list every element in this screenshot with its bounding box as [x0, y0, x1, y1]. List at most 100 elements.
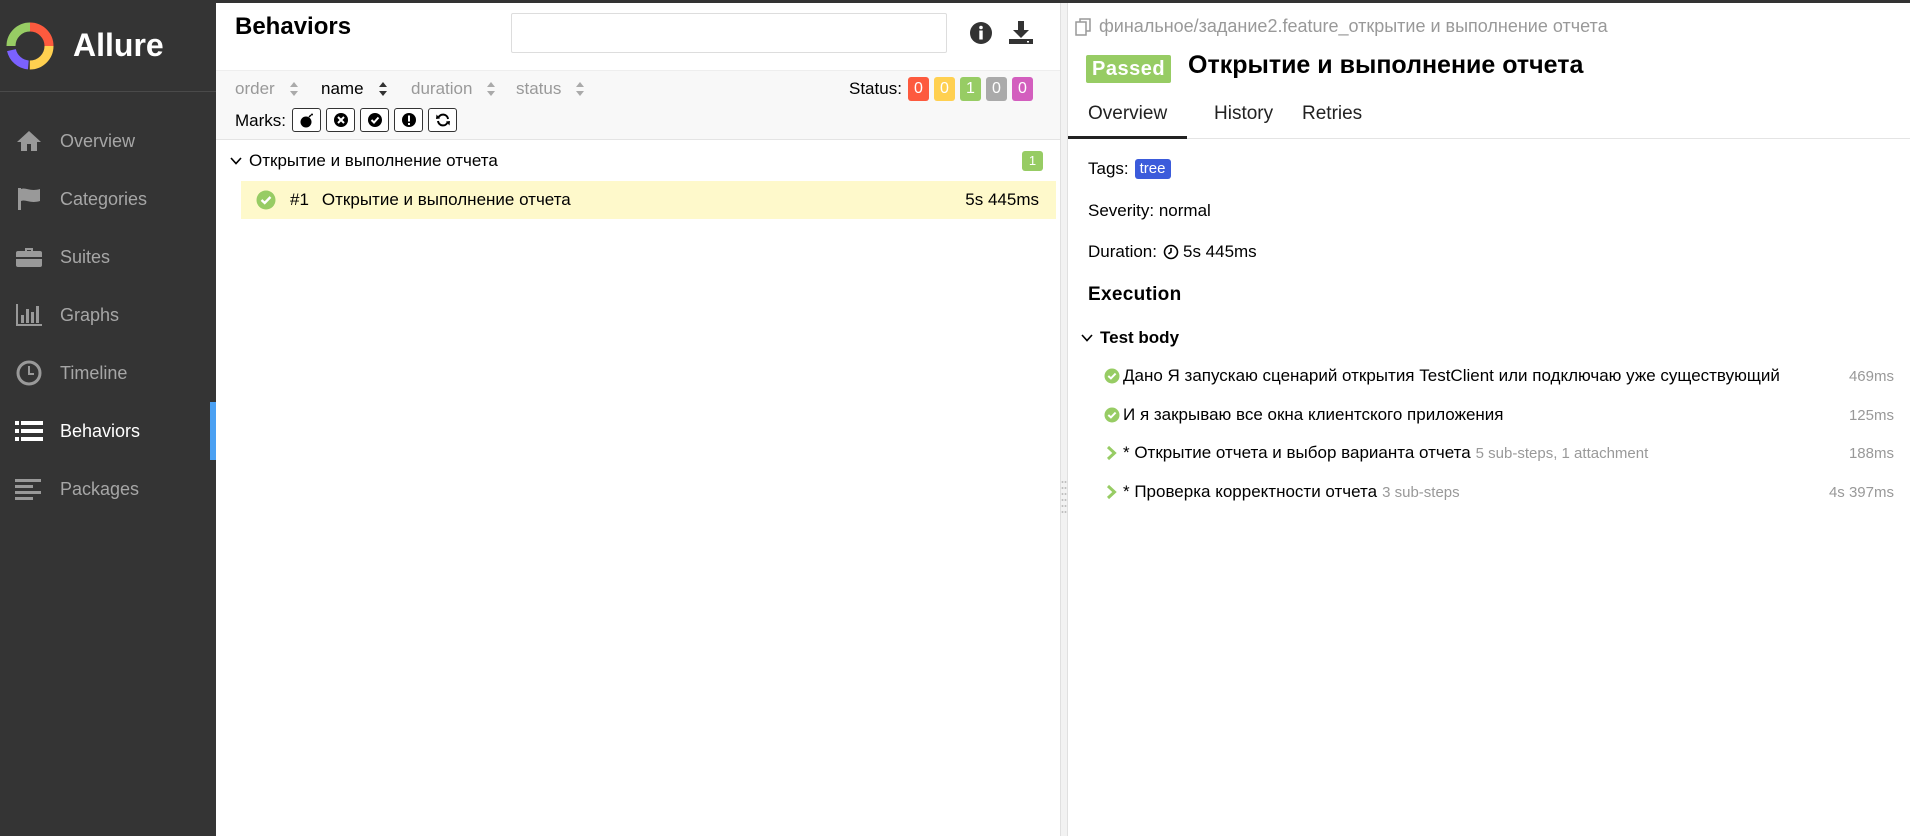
- behaviors-pane: Behaviors order name duration status Sta…: [216, 3, 1060, 836]
- new-broken-icon[interactable]: [394, 108, 423, 132]
- detail-tabs: Overview History Retries: [1068, 93, 1910, 139]
- status-filter-label: Status:: [849, 79, 902, 98]
- test-duration: 5s 445ms: [965, 190, 1039, 209]
- group-name: Открытие и выполнение отчета: [249, 151, 498, 170]
- step-substeps: 3 sub-steps: [1382, 483, 1460, 501]
- sort-name[interactable]: name: [321, 79, 388, 99]
- home-icon: [14, 128, 44, 154]
- brand-name: Allure: [73, 27, 164, 63]
- status-failed-badge[interactable]: 0: [908, 77, 929, 101]
- sidebar-item-label: Timeline: [60, 362, 128, 383]
- duration-value: 5s 445ms: [1182, 242, 1257, 261]
- sidebar-item-label: Overview: [60, 130, 136, 151]
- step-row[interactable]: * Открытие отчета и выбор варианта отчет…: [1104, 438, 1894, 468]
- sidebar-item-suites[interactable]: Suites: [0, 228, 216, 286]
- tab-retries[interactable]: Retries: [1282, 103, 1382, 139]
- execution-heading: Execution: [1088, 284, 1182, 305]
- step-duration: 188ms: [1848, 444, 1894, 462]
- chevron-right-icon: [1106, 484, 1117, 500]
- duration-label: Duration:: [1088, 242, 1157, 261]
- allure-logo-icon: [6, 22, 54, 69]
- sort-toolbar: order name duration status Status: 0 0 1…: [216, 70, 1060, 140]
- bar-chart-icon: [14, 302, 44, 328]
- sidebar-item-label: Suites: [60, 246, 111, 267]
- test-row[interactable]: #1 Открытие и выполнение отчета 5s 445ms: [241, 181, 1056, 219]
- status-skipped-badge[interactable]: 0: [986, 77, 1007, 101]
- info-icon[interactable]: [969, 21, 993, 45]
- retries-icon[interactable]: [428, 108, 457, 132]
- sidebar-item-behaviors[interactable]: Behaviors: [0, 402, 216, 460]
- passed-status-icon: [1104, 407, 1120, 423]
- sort-status[interactable]: status: [516, 79, 585, 99]
- sort-arrows-icon: [289, 82, 298, 96]
- group-count-badge: 1: [1022, 151, 1043, 171]
- download-icon[interactable]: [1008, 19, 1034, 45]
- test-path: финальное/задание2.feature_открытие и вы…: [1099, 16, 1608, 36]
- step-row[interactable]: И я закрываю все окна клиентского прилож…: [1104, 400, 1894, 430]
- test-detail-pane: финальное/задание2.feature_открытие и вы…: [1068, 3, 1910, 836]
- sidebar-item-timeline[interactable]: Timeline: [0, 344, 216, 402]
- step-name: * Проверка корректности отчета: [1123, 482, 1378, 501]
- sort-arrows-icon: [378, 82, 387, 96]
- status-passed-badge[interactable]: 1: [960, 77, 981, 101]
- passed-status-icon: [256, 190, 276, 210]
- step-name: * Открытие отчета и выбор варианта отчет…: [1123, 443, 1471, 462]
- tag-badge[interactable]: tree: [1134, 159, 1171, 179]
- step-row[interactable]: * Проверка корректности отчета 3 sub-ste…: [1104, 477, 1894, 507]
- chevron-down-icon: [230, 157, 242, 165]
- sidebar-item-label: Categories: [60, 188, 148, 209]
- breadcrumb[interactable]: финальное/задание2.feature_открытие и вы…: [1075, 16, 1608, 37]
- status-broken-badge[interactable]: 0: [934, 77, 955, 101]
- sidebar-item-overview[interactable]: Overview: [0, 112, 216, 170]
- tab-history[interactable]: History: [1194, 103, 1293, 139]
- step-duration: 125ms: [1848, 406, 1894, 424]
- sidebar-item-graphs[interactable]: Graphs: [0, 286, 216, 344]
- new-failed-icon[interactable]: [326, 108, 355, 132]
- briefcase-icon: [14, 244, 44, 270]
- flaky-bomb-icon[interactable]: [292, 108, 321, 132]
- sidebar-item-label: Behaviors: [60, 420, 141, 441]
- page-title: Behaviors: [235, 13, 352, 40]
- duration-field: Duration: 5s 445ms: [1088, 242, 1257, 262]
- tab-overview[interactable]: Overview: [1068, 103, 1188, 139]
- clock-icon: [14, 360, 44, 386]
- copy-icon[interactable]: [1075, 17, 1093, 36]
- search-input[interactable]: [511, 13, 947, 53]
- status-unknown-badge[interactable]: 0: [1012, 77, 1033, 101]
- tags-label: Tags:: [1088, 159, 1129, 178]
- tags-field: Tags: tree: [1088, 159, 1171, 179]
- sort-duration-label: duration: [411, 79, 473, 98]
- status-filter: 0 0 1 0 0: [908, 77, 1033, 101]
- step-duration: 4s 397ms: [1828, 483, 1894, 501]
- brand[interactable]: Allure: [0, 0, 216, 92]
- clock-icon: [1163, 244, 1179, 260]
- status-badge: Passed: [1086, 55, 1172, 83]
- align-left-icon: [14, 476, 44, 502]
- sort-status-label: status: [516, 79, 562, 98]
- new-passed-icon[interactable]: [360, 108, 389, 132]
- sort-arrows-icon: [487, 82, 496, 96]
- step-name: И я закрываю все окна клиентского прилож…: [1123, 405, 1504, 424]
- severity-field: Severity: normal: [1088, 201, 1211, 220]
- sidebar-item-packages[interactable]: Packages: [0, 460, 216, 518]
- test-number: #1: [290, 190, 309, 209]
- splitter-grip-icon[interactable]: [1061, 478, 1067, 518]
- test-body-toggle[interactable]: Test body: [1080, 328, 1179, 348]
- pane-splitter[interactable]: [1060, 3, 1068, 836]
- step-name: Дано Я запускаю сценарий открытия TestCl…: [1123, 366, 1780, 385]
- sidebar-item-label: Graphs: [60, 304, 120, 325]
- list-icon: [14, 418, 44, 444]
- sort-duration[interactable]: duration: [411, 79, 496, 99]
- test-title: Открытие и выполнение отчета: [1188, 51, 1584, 79]
- chevron-down-icon: [1081, 334, 1093, 342]
- sort-name-label: name: [321, 79, 364, 98]
- behaviors-header: Behaviors: [216, 3, 1060, 70]
- sidebar: Allure Overview Categories Suites Graphs: [0, 0, 216, 836]
- sort-arrows-icon: [576, 82, 585, 96]
- step-row[interactable]: Дано Я запускаю сценарий открытия TestCl…: [1104, 361, 1894, 391]
- step-substeps: 5 sub-steps, 1 attachment: [1475, 444, 1649, 462]
- sidebar-item-categories[interactable]: Categories: [0, 170, 216, 228]
- sort-order[interactable]: order: [235, 79, 299, 99]
- tree-group[interactable]: Открытие и выполнение отчета 1: [216, 143, 1060, 179]
- step-duration: 469ms: [1848, 367, 1894, 385]
